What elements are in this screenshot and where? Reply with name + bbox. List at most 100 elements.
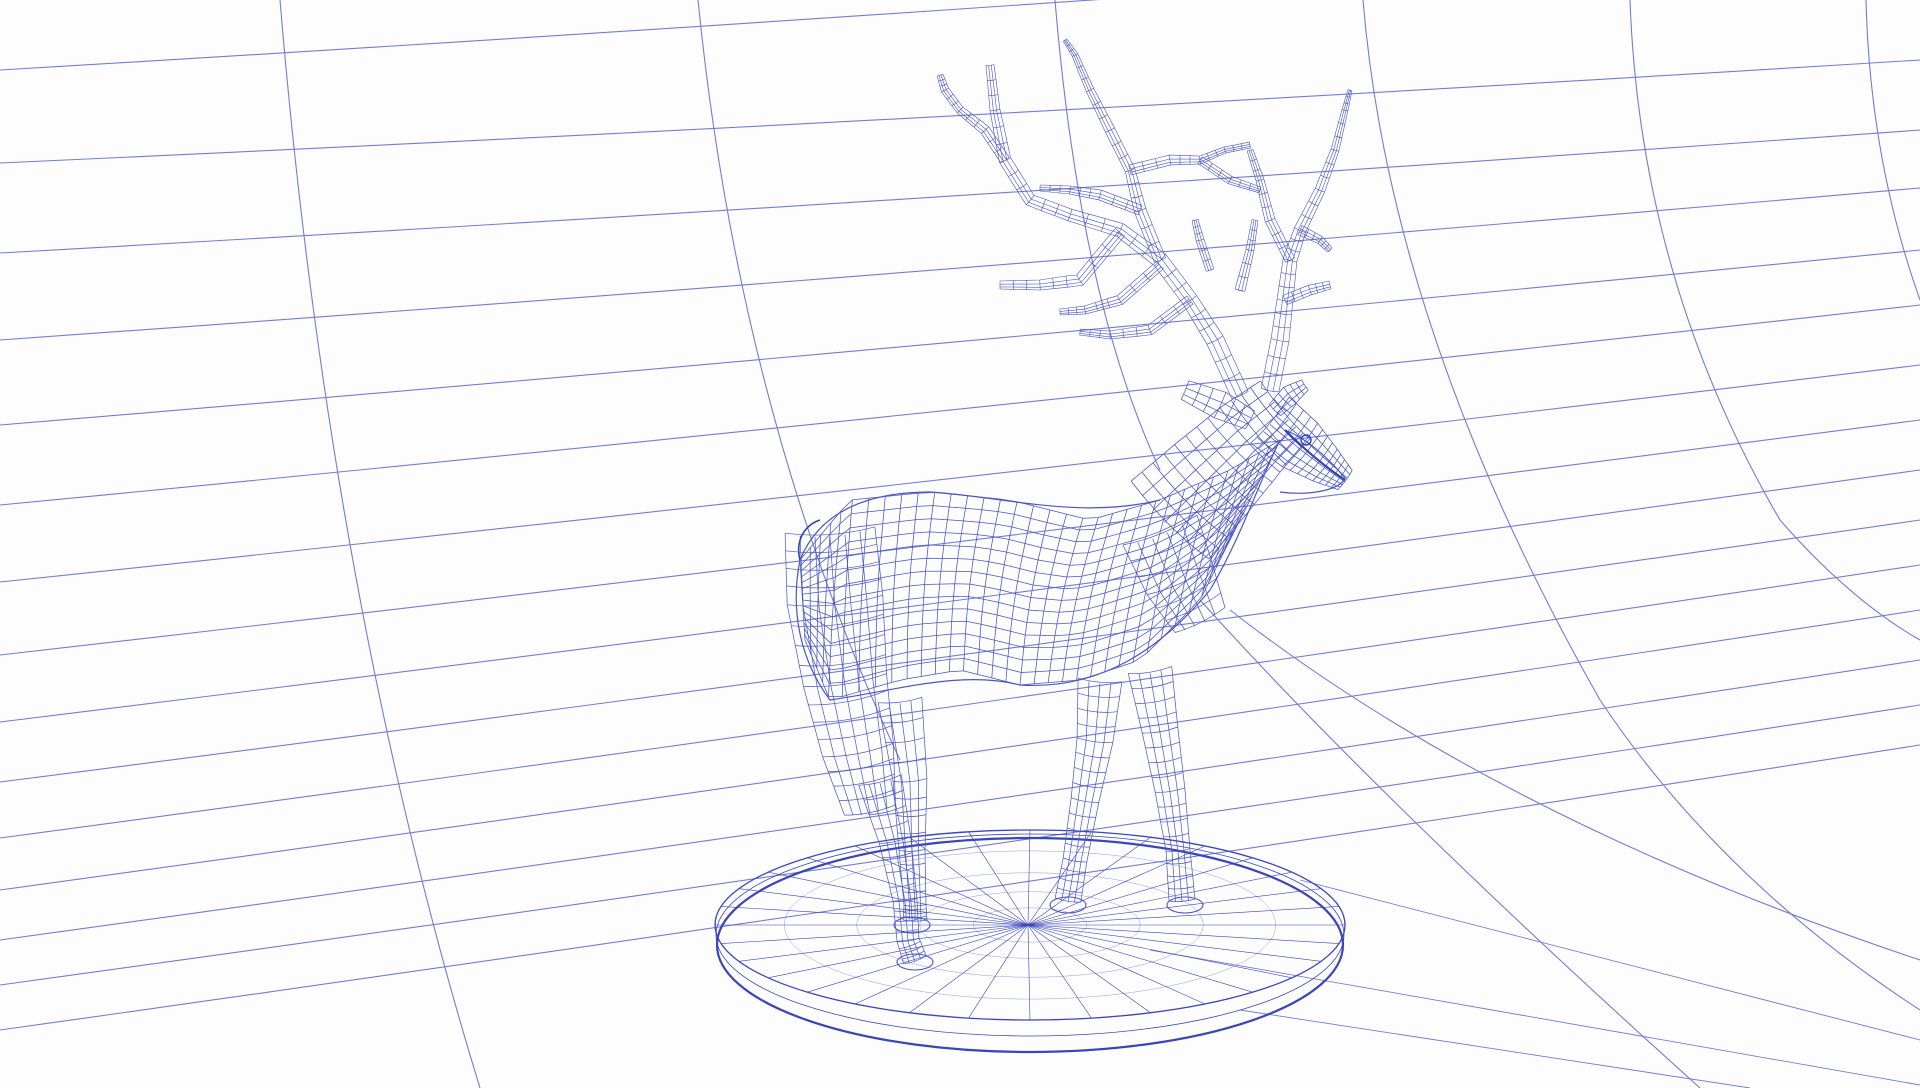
- base-spoke: [1027, 924, 1031, 1021]
- grid-horizontal-line: [0, 419, 1920, 656]
- mesh-ring: [1250, 158, 1257, 162]
- mesh-ring: [1270, 338, 1289, 342]
- grid-horizontal-line: [0, 59, 1920, 164]
- mesh-ring: [881, 717, 924, 724]
- mesh-ring: [878, 696, 922, 704]
- deer-torso: [795, 439, 1281, 701]
- mesh-edge-loop: [1183, 394, 1249, 425]
- wireframe-scene: [0, 0, 1920, 1088]
- mesh-ring: [1238, 179, 1242, 187]
- mesh-ring: [1052, 277, 1055, 289]
- torso-horizontal-loop: [802, 489, 1256, 604]
- torso-vertical-loop: [1104, 505, 1142, 672]
- mesh-ring: [1273, 398, 1287, 412]
- mesh-ring: [1279, 285, 1295, 289]
- mesh-ring: [990, 108, 1001, 112]
- grid-horizontal-line: [0, 129, 1920, 254]
- deer-hind-leg-left: [858, 774, 927, 965]
- grid-horizontal-line: [0, 364, 1920, 583]
- base-spoke: [1027, 924, 1253, 993]
- mesh-ring: [1099, 330, 1101, 338]
- mesh-ring: [1262, 205, 1272, 209]
- mesh-edge-loop: [1130, 380, 1261, 482]
- mesh-ring: [1083, 306, 1087, 314]
- mesh-ring: [1106, 298, 1110, 308]
- mesh-edge-loop: [1059, 264, 1160, 312]
- grid-floor-line: [1239, 1009, 1751, 1088]
- mesh-ring: [1155, 787, 1185, 793]
- base-spoke: [738, 924, 1029, 962]
- grid-floor-line: [1299, 879, 1920, 1041]
- mesh-ring: [993, 125, 1004, 128]
- mesh-ring: [1076, 306, 1078, 315]
- mesh-ring: [1142, 726, 1178, 734]
- mesh-ring: [1334, 135, 1342, 138]
- mesh-ring: [1234, 288, 1245, 292]
- torso-vertical-loop: [1019, 509, 1051, 686]
- mesh-edge-loop: [900, 774, 927, 957]
- grid-curve-line: [1054, 0, 1161, 471]
- mesh-ring: [1325, 161, 1335, 166]
- antler-branch: [1063, 38, 1166, 263]
- mesh-ring: [1206, 268, 1214, 272]
- mesh-ring: [1065, 275, 1068, 288]
- mesh-edge-loop: [1302, 225, 1333, 249]
- mesh-ring: [1320, 174, 1330, 179]
- base-spoke: [968, 924, 1029, 1019]
- mesh-ring: [1075, 751, 1110, 759]
- mesh-ring: [1076, 65, 1084, 69]
- mesh-ring: [1067, 209, 1073, 221]
- mesh-ring: [1138, 711, 1177, 719]
- mesh-ring: [1040, 199, 1046, 211]
- mesh-ring: [1240, 143, 1243, 150]
- mesh-ring: [1223, 147, 1227, 154]
- 3d-viewport[interactable]: [0, 0, 1920, 1088]
- antler-branch: [1059, 260, 1164, 316]
- mesh-ring: [937, 73, 943, 77]
- mesh-edge-loop: [1260, 89, 1349, 389]
- grid-horizontal-line: [0, 564, 1920, 839]
- mesh-ring: [1328, 281, 1332, 289]
- antler-branch: [999, 227, 1125, 291]
- mesh-ring: [1147, 325, 1153, 335]
- mesh-edge-loop: [1244, 220, 1259, 292]
- mesh-ring: [1089, 329, 1091, 337]
- grid-horizontal-line: [0, 187, 1920, 341]
- mesh-ring: [1247, 148, 1253, 152]
- mesh-edge-loop: [1061, 681, 1090, 901]
- mesh-ring: [939, 83, 947, 87]
- mesh-edge-loop: [1059, 260, 1157, 310]
- mesh-edge-loop: [879, 783, 916, 962]
- antler-branch: [985, 64, 1249, 399]
- mesh-ring: [1191, 308, 1206, 318]
- grid-curve-line: [1629, 0, 1920, 641]
- deer-ear-left: [1180, 380, 1255, 430]
- mesh-ring: [1155, 158, 1159, 169]
- mesh-ring: [1322, 282, 1325, 291]
- mesh-ring: [1261, 387, 1279, 393]
- mesh-ring: [1115, 227, 1125, 237]
- mesh-ring: [1122, 328, 1125, 338]
- torso-vertical-loop: [1118, 501, 1157, 668]
- deer-hoof: [896, 953, 934, 971]
- mesh-edge-loop: [1241, 220, 1257, 292]
- mesh-edge-loop: [1131, 147, 1251, 176]
- mesh-ring: [1253, 168, 1261, 172]
- mesh-ring: [1141, 161, 1145, 172]
- torso-horizontal-loop: [803, 525, 1238, 671]
- mesh-ring: [1245, 248, 1254, 252]
- mesh-edge-loop: [1039, 189, 1140, 213]
- mesh-edge-loop: [999, 233, 1122, 288]
- mesh-ring: [1084, 213, 1089, 227]
- mesh-edge-loop: [1208, 438, 1310, 560]
- mesh-ring: [999, 157, 1011, 163]
- base-spoke: [738, 888, 1029, 926]
- mesh-ring: [1141, 224, 1153, 230]
- mesh-ring: [1331, 148, 1339, 152]
- mesh-edge-loop: [1063, 40, 1155, 263]
- mesh-edge-loop: [1246, 150, 1286, 263]
- antler-branch: [1197, 156, 1262, 194]
- deer-front-leg-right: [1127, 666, 1196, 903]
- mesh-ring: [1086, 88, 1094, 92]
- mesh-edge-loop: [1164, 411, 1282, 523]
